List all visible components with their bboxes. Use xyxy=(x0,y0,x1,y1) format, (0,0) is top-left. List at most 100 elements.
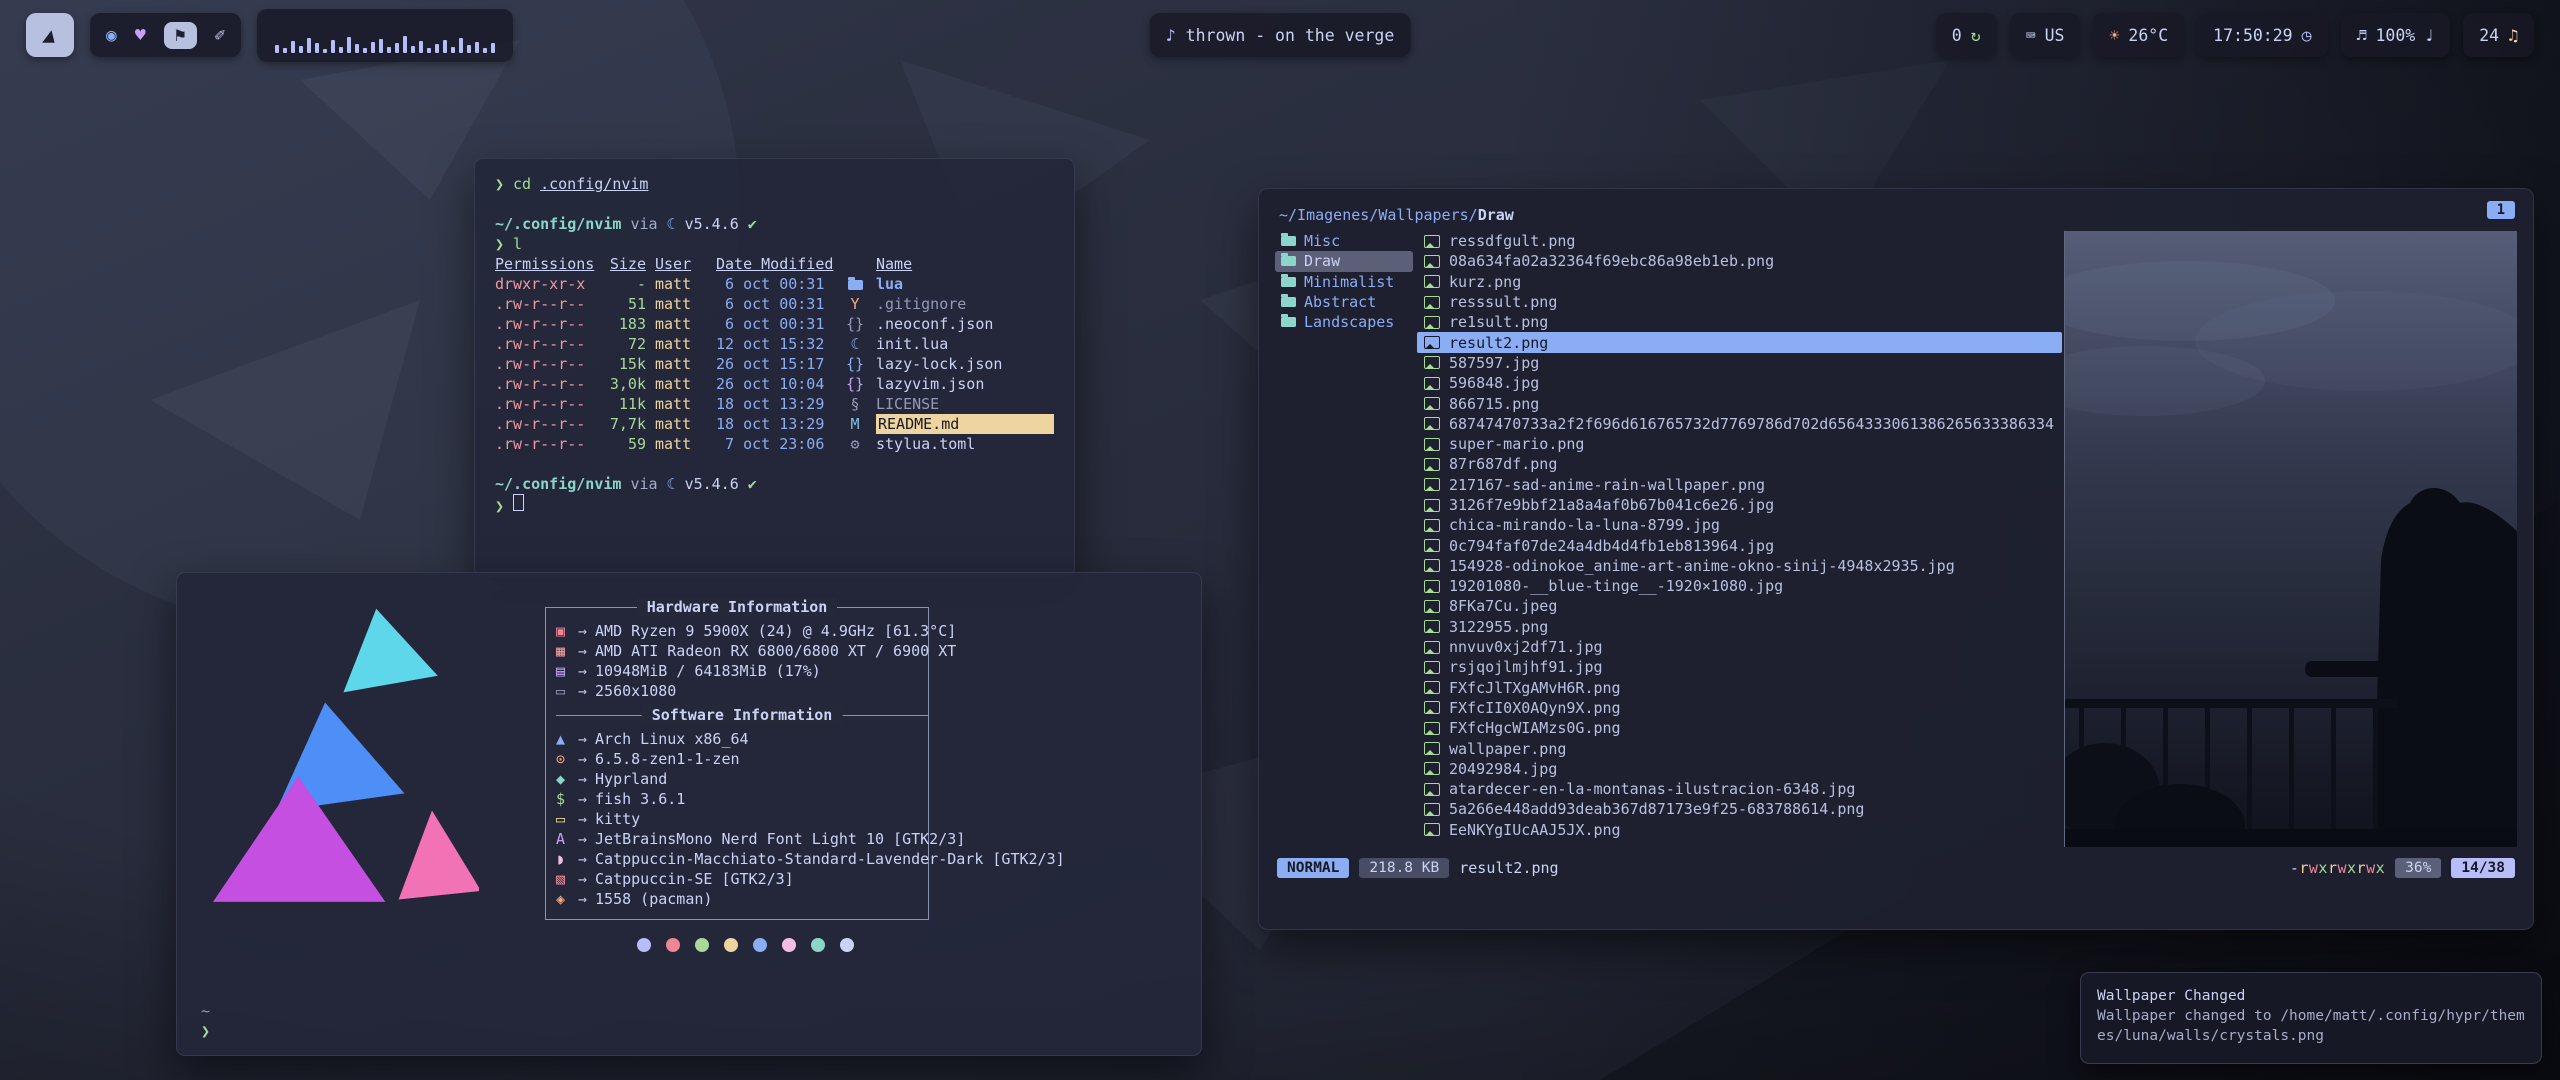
desktop: ▲ ◉♥⚑✐ ♪ thrown - on the verge 0 ↻ ⌨ US … xyxy=(0,0,2560,1080)
notifications-module[interactable]: 24 ♫ xyxy=(2463,13,2534,57)
file-row[interactable]: chica-mirando-la-luna-8799.jpg xyxy=(1417,515,2062,535)
volume-level: 100% xyxy=(2376,26,2416,45)
file-row[interactable]: 19201080-__blue-tinge__-1920×1080.jpg xyxy=(1417,576,2062,596)
user-text: matt xyxy=(655,434,707,454)
arch-logo xyxy=(213,605,479,905)
file-row[interactable]: 8FKa7Cu.jpeg xyxy=(1417,596,2062,616)
updates-module[interactable]: 0 ↻ xyxy=(1936,13,1997,57)
terminal-window-nvim[interactable]: ❯ cd .config/nvim ~/.config/nvim via ☾ v… xyxy=(474,158,1075,577)
file-row[interactable]: atardecer-en-la-montanas-ilustracion-634… xyxy=(1417,779,2062,799)
sidebar-folder[interactable]: Misc xyxy=(1275,231,1413,251)
file-row-name: resssult.png xyxy=(1449,293,1557,311)
size-text: - xyxy=(604,274,646,294)
file-row[interactable]: re1sult.png xyxy=(1417,312,2062,332)
visualizer-bar xyxy=(451,47,455,53)
sidebar-folder[interactable]: Minimalist xyxy=(1275,272,1413,292)
prompt-path: ~ xyxy=(201,1001,210,1021)
launcher-icon: ▲ xyxy=(41,23,60,47)
bell-icon: ♫ xyxy=(2508,26,2518,45)
file-row[interactable]: nnvuv0xj2df71.jpg xyxy=(1417,637,2062,657)
file-row[interactable]: 08a634fa02a32364f69ebc86a98eb1eb.png xyxy=(1417,251,2062,271)
image-file-icon xyxy=(1424,356,1440,369)
file-name: README.md xyxy=(876,414,1054,434)
file-row[interactable]: 866715.png xyxy=(1417,393,2062,413)
visualizer-bar xyxy=(299,46,303,53)
file-row[interactable]: 217167-sad-anime-rain-wallpaper.png xyxy=(1417,475,2062,495)
image-file-icon xyxy=(1424,336,1440,349)
sidebar-folder[interactable]: Draw xyxy=(1275,251,1413,271)
json-icon: {} xyxy=(843,314,867,334)
workspace-icon-4[interactable]: ✐ xyxy=(215,25,226,46)
file-row[interactable]: 587597.jpg xyxy=(1417,353,2062,373)
temperature-module[interactable]: ☀ 26°C xyxy=(2093,13,2184,57)
tab-badge[interactable]: 1 xyxy=(2487,201,2515,219)
file-row[interactable]: result2.png xyxy=(1417,332,2062,352)
file-entry-row: .rw-r--r--15kmatt26 oct 15:17{}lazy-lock… xyxy=(495,354,1054,374)
mode-badge: NORMAL xyxy=(1277,858,1349,878)
launcher-button[interactable]: ▲ xyxy=(26,13,74,57)
path-current: Draw xyxy=(1478,206,1514,224)
file-row-name: nnvuv0xj2df71.jpg xyxy=(1449,638,1603,656)
file-row-name: 5a266e448add93deab367d87173e9f25-6837886… xyxy=(1449,800,1864,818)
sidebar-folder-label: Landscapes xyxy=(1304,313,1394,331)
sidebar-folder[interactable]: Abstract xyxy=(1275,292,1413,312)
visualizer-bar xyxy=(411,46,415,53)
file-row[interactable]: 154928-odinokoe_anime-art-anime-okno-sin… xyxy=(1417,556,2062,576)
file-row[interactable]: 0c794faf07de24a4db4d4fb1eb813964.jpg xyxy=(1417,535,2062,555)
file-row[interactable]: super-mario.png xyxy=(1417,434,2062,454)
notification-popup[interactable]: Wallpaper Changed Wallpaper changed to /… xyxy=(2080,972,2542,1064)
terminal-window-fetch[interactable]: Hardware Information ▣→AMD Ryzen 9 5900X… xyxy=(176,572,1202,1056)
gpu-icon: ▦ xyxy=(556,641,578,661)
file-row[interactable]: FXfcJlTXgAMvH6R.png xyxy=(1417,678,2062,698)
clock-module[interactable]: 17:50:29 ◷ xyxy=(2197,13,2327,57)
image-file-icon xyxy=(1424,478,1440,491)
sidebar-folder[interactable]: Landscapes xyxy=(1275,312,1413,332)
software-section-title: Software Information xyxy=(556,715,928,716)
file-row[interactable]: 68747470733a2f2f696d616765732d7769786d70… xyxy=(1417,414,2062,434)
terminal-cursor xyxy=(513,494,524,511)
breadcrumb: ~/Imagenes/Wallpapers/Draw xyxy=(1279,206,1514,224)
gear-icon: ⚙ xyxy=(843,434,867,454)
file-row[interactable]: resssult.png xyxy=(1417,292,2062,312)
image-file-icon xyxy=(1424,519,1440,532)
file-row[interactable]: 3126f7e9bbf21a8a4af0b67b041c6e26.jpg xyxy=(1417,495,2062,515)
size-text: 183 xyxy=(604,314,646,334)
microphone-icon: ♩ xyxy=(2424,26,2434,45)
terminal-row: ▭→kitty xyxy=(556,809,928,829)
image-file-icon xyxy=(1424,620,1440,633)
file-manager-window[interactable]: ~/Imagenes/Wallpapers/Draw 1 MiscDrawMin… xyxy=(1258,188,2534,930)
info-box: Hardware Information ▣→AMD Ryzen 9 5900X… xyxy=(545,607,929,920)
file-row[interactable]: rsjqojlmjhf91.jpg xyxy=(1417,657,2062,677)
workspace-icon-2[interactable]: ♥ xyxy=(135,25,146,46)
file-row[interactable]: kurz.png xyxy=(1417,272,2062,292)
file-row[interactable]: FXfcHgcWIAMzs0G.png xyxy=(1417,718,2062,738)
file-row[interactable]: 5a266e448add93deab367d87173e9f25-6837886… xyxy=(1417,799,2062,819)
file-row[interactable]: 20492984.jpg xyxy=(1417,759,2062,779)
volume-module[interactable]: ♬ 100% ♩ xyxy=(2341,13,2451,57)
thermometer-icon: ☀ xyxy=(2109,26,2119,45)
visualizer-bar xyxy=(347,37,351,53)
markdown-icon: M xyxy=(843,414,867,434)
permissions-text: .rw-r--r-- xyxy=(495,354,595,374)
file-row[interactable]: wallpaper.png xyxy=(1417,738,2062,758)
font-icon: A xyxy=(556,829,578,849)
file-row[interactable]: ressdfgult.png xyxy=(1417,231,2062,251)
file-row[interactable]: FXfcII0X0AQyn9X.png xyxy=(1417,698,2062,718)
file-row[interactable]: EeNKYgIUcAAJ5JX.png xyxy=(1417,820,2062,840)
command-arg: .config/nvim xyxy=(540,174,648,194)
file-row-name: 8FKa7Cu.jpeg xyxy=(1449,597,1557,615)
terminal-value: kitty xyxy=(595,810,640,828)
color-dot xyxy=(782,938,796,952)
workspace-icon-1[interactable]: ◉ xyxy=(106,25,117,46)
kernel-row: ⊙→6.5.8-zen1-1-zen xyxy=(556,749,928,769)
image-file-icon xyxy=(1424,255,1440,268)
file-row[interactable]: 87r687df.png xyxy=(1417,454,2062,474)
media-player-module[interactable]: ♪ thrown - on the verge xyxy=(1150,13,1411,57)
keyboard-layout-module[interactable]: ⌨ US xyxy=(2010,13,2081,57)
file-row-name: 217167-sad-anime-rain-wallpaper.png xyxy=(1449,476,1765,494)
permissions-text: .rw-r--r-- xyxy=(495,374,595,394)
file-row[interactable]: 596848.jpg xyxy=(1417,373,2062,393)
file-row[interactable]: 3122955.png xyxy=(1417,617,2062,637)
workspace-icon-3[interactable]: ⚑ xyxy=(164,22,197,49)
arrow-icon: → xyxy=(578,750,587,768)
